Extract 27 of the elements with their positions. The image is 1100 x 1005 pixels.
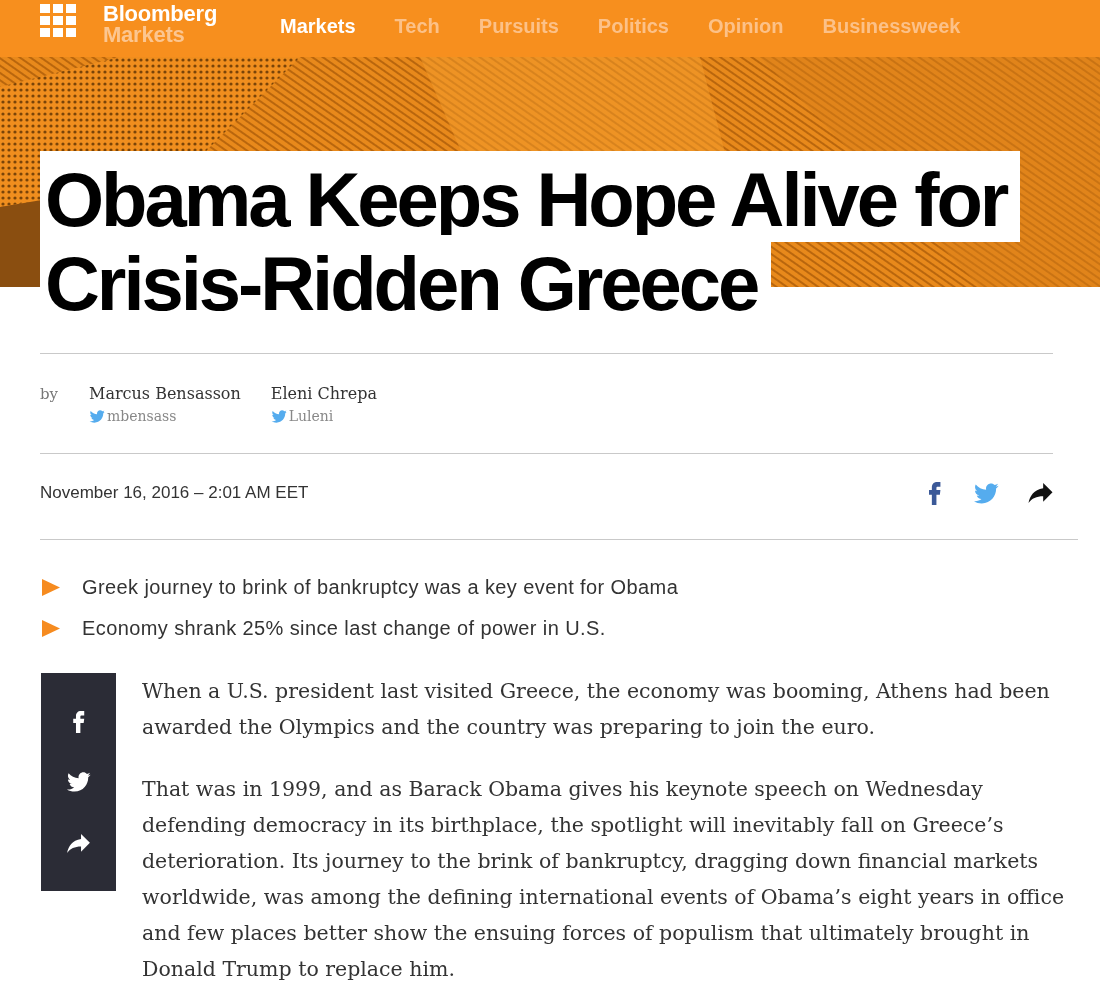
byline-prefix: by: [40, 384, 60, 405]
bullet-triangle-icon: [42, 619, 60, 637]
author-name[interactable]: Eleni Chrepa: [270, 383, 377, 405]
nav-tab[interactable]: Tech: [394, 14, 440, 38]
brand-name[interactable]: Bloomberg: [103, 3, 218, 24]
twitter-bird-icon[interactable]: [66, 772, 91, 792]
share-arrow-icon[interactable]: [1028, 483, 1053, 503]
twitter-bird-icon: [89, 409, 105, 423]
twitter-bird-icon: [270, 409, 287, 423]
facebook-icon[interactable]: [929, 481, 941, 505]
facebook-icon[interactable]: [72, 711, 85, 733]
section-name[interactable]: Markets: [103, 24, 185, 45]
publish-timestamp: November 16, 2016 – 2:01 AM EET: [40, 483, 309, 503]
author-name[interactable]: Marcus Bensasson: [89, 383, 241, 405]
nav-tab[interactable]: Businessweek: [822, 14, 961, 38]
summary-bullet: Greek journey to brink of bankruptcy was a key event for Obama: [82, 575, 679, 600]
bullet-triangle-icon: [42, 578, 60, 596]
body-paragraph: When a U.S. president last visited Greece, the economy was booming, Athens had been awarded the Olympics and the country was preparing to join the euro.: [142, 678, 1051, 741]
share-arrow-icon[interactable]: [67, 834, 90, 853]
body-paragraph: That was in 1999, and as Barack Obama gives his keynote speech on Wednesday defending democracy in its birthplace, the spotlight will inevitably fall on Greece’s deterioration. Its journey to the brink of bankruptcy, dragging down financial markets worldwide, was among the defining international events of Obama’s eight years in office and few places better show the ensuing forces of populism that ultimately brought in Donald Trump to replace him.: [142, 776, 1066, 983]
nav-tab[interactable]: Politics: [597, 14, 669, 38]
summary-bullet: Economy shrank 25% since last change of power in U.S.: [82, 616, 606, 641]
nav-tab[interactable]: Pursuits: [478, 14, 559, 38]
nav-tab[interactable]: Opinion: [708, 14, 784, 38]
nav-tab[interactable]: Markets: [280, 14, 356, 38]
twitter-handle[interactable]: mbensass: [107, 405, 177, 427]
twitter-handle[interactable]: Luleni: [288, 405, 334, 427]
